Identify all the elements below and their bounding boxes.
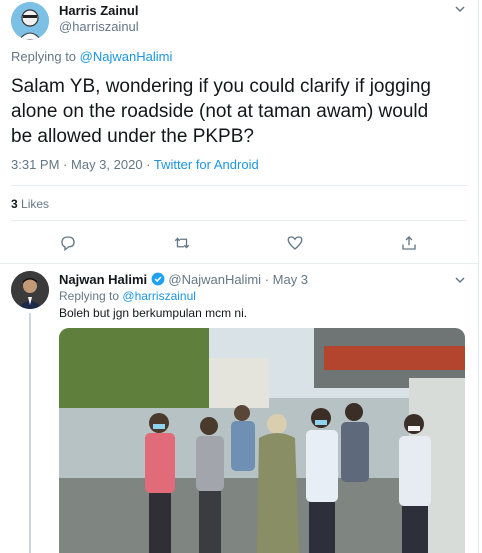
reply-replying-to-line: Replying to @harriszainul — [59, 289, 196, 303]
reply-icon — [61, 236, 75, 252]
likes-stat[interactable]: 3 Likes — [11, 197, 49, 211]
replying-to-line: Replying to @NajwanHalimi — [11, 49, 172, 64]
replying-prefix: Replying to — [59, 289, 120, 303]
share-button[interactable] — [398, 232, 420, 254]
tweet-client[interactable]: Twitter for Android — [154, 157, 259, 172]
verified-badge-icon — [151, 272, 165, 286]
main-tweet-text: Salam YB, wondering if you could clarify… — [11, 76, 431, 147]
tweet-meta: 3:31 PM · May 3, 2020 · Twitter for Andr… — [11, 157, 259, 172]
divider — [11, 220, 467, 221]
replying-to-link[interactable]: @NajwanHalimi — [80, 49, 173, 64]
thread-line — [29, 313, 31, 553]
tweet-thread: Harris Zainul @harriszainul Replying to … — [0, 0, 479, 553]
replying-prefix: Replying to — [11, 49, 77, 64]
reply-header: Najwan Halimi @NajwanHalimi · May 3 — [59, 272, 308, 287]
replying-to-link[interactable]: @harriszainul — [122, 289, 196, 303]
likes-count: 3 — [11, 197, 18, 211]
share-icon — [402, 236, 416, 250]
divider — [0, 263, 478, 264]
najwan-avatar[interactable] — [11, 271, 49, 309]
divider — [11, 185, 467, 186]
chevron-down-icon[interactable] — [454, 274, 466, 286]
reply-tweet-text: Boleh but jgn berkumpulan mcm ni. — [59, 306, 248, 320]
retweet-button[interactable] — [171, 232, 193, 254]
like-button[interactable] — [284, 232, 306, 254]
tweet-photo[interactable] — [59, 328, 465, 553]
chevron-down-icon[interactable] — [454, 3, 466, 15]
retweet-icon — [174, 237, 190, 249]
reply-author-name[interactable]: Najwan Halimi — [59, 272, 147, 287]
tweet-date[interactable]: May 3, 2020 — [71, 157, 143, 172]
reply-button[interactable] — [57, 232, 79, 254]
reply-date[interactable]: · May 3 — [265, 272, 308, 287]
like-icon — [287, 236, 303, 250]
tweet-time[interactable]: 3:31 PM — [11, 157, 59, 172]
meta-separator-2: · — [146, 157, 151, 172]
main-author-name[interactable]: Harris Zainul — [59, 3, 138, 18]
meta-separator: · — [63, 157, 68, 172]
main-author-handle[interactable]: @harriszainul — [59, 19, 139, 34]
likes-label: Likes — [21, 197, 50, 211]
harris-avatar[interactable] — [11, 2, 49, 40]
crowd-photo-illustration — [59, 328, 465, 553]
reply-author-handle[interactable]: @NajwanHalimi — [168, 272, 261, 287]
